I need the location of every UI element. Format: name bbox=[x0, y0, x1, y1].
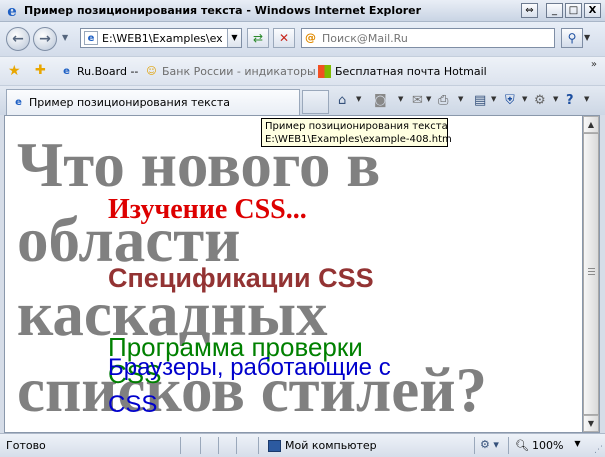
zoom-control[interactable]: 🔍︎ 100% ▼ bbox=[515, 439, 581, 452]
zone-label: Мой компьютер bbox=[285, 439, 377, 452]
window-controls: ⇔ _ □ X bbox=[521, 3, 601, 18]
ie-logo-icon: e bbox=[7, 1, 17, 20]
favorite-label: Банк России - индикаторы bbox=[162, 65, 316, 78]
smiley-icon: ☺ bbox=[146, 66, 157, 77]
minimize-button[interactable]: _ bbox=[546, 3, 563, 18]
help-icon[interactable]: ? bbox=[566, 93, 574, 109]
favorite-label: Бесплатная почта Hotmail bbox=[335, 65, 487, 78]
status-divider bbox=[200, 437, 201, 454]
status-divider bbox=[258, 437, 259, 454]
favorite-link-cbr[interactable]: ☺ Банк России - индикаторы ▼ bbox=[145, 65, 326, 78]
brown-heading: Спецификации CSS bbox=[108, 263, 374, 293]
refresh-button[interactable]: ⇄ bbox=[247, 28, 269, 48]
chevron-down-icon[interactable]: ▼ bbox=[574, 439, 580, 452]
page-icon: e bbox=[84, 31, 98, 45]
chevron-more-icon[interactable]: » bbox=[591, 59, 597, 70]
tools-gear-icon[interactable]: ⚙ bbox=[534, 93, 546, 109]
stop-icon: ✕ bbox=[278, 31, 290, 45]
page-icon: e bbox=[15, 97, 22, 108]
status-bar: Готово Мой компьютер ⚙ ▾ 🔍︎ 100% ▼ ⋰ bbox=[0, 433, 605, 457]
status-text: Готово bbox=[6, 439, 46, 452]
chevron-down-icon[interactable]: ▼ bbox=[398, 95, 403, 103]
chevron-down-icon[interactable]: ▼ bbox=[522, 95, 527, 103]
resize-grip-icon[interactable]: ⋰ bbox=[594, 445, 603, 455]
maximize-button[interactable]: □ bbox=[565, 3, 582, 18]
new-tab-button[interactable] bbox=[302, 90, 329, 114]
tab-bar: e Пример позиционирования текста ⌂ ▼ ◙ ▼… bbox=[0, 85, 605, 115]
favorites-bar: ★ ✚ e Ru.Board -- ☺ Банк России - индика… bbox=[0, 56, 605, 85]
status-divider bbox=[218, 437, 219, 454]
chevron-down-icon[interactable]: ▼ bbox=[458, 95, 463, 103]
favorite-link-ruboard[interactable]: e Ru.Board -- bbox=[60, 65, 138, 78]
tooltip-title: Пример позиционирования текста bbox=[265, 121, 448, 132]
home-icon[interactable]: ⌂ bbox=[338, 93, 346, 109]
rss-feed-icon[interactable]: ◙ bbox=[374, 93, 387, 109]
favorites-star-icon[interactable]: ★ bbox=[8, 63, 21, 79]
favorite-label: Ru.Board -- bbox=[77, 65, 139, 78]
computer-icon bbox=[268, 439, 281, 452]
vertical-scrollbar[interactable]: ▲ ▼ bbox=[583, 115, 600, 433]
tab-label: Пример позиционирования текста bbox=[29, 96, 230, 109]
page-menu-icon[interactable]: ▤ bbox=[474, 93, 486, 109]
search-options-dropdown[interactable]: ▼ bbox=[584, 33, 590, 42]
chevron-down-icon[interactable]: ▼ bbox=[356, 95, 361, 103]
search-input[interactable] bbox=[322, 31, 547, 45]
stop-button[interactable]: ✕ bbox=[273, 28, 295, 48]
tab-current[interactable]: e Пример позиционирования текста bbox=[6, 89, 300, 115]
forward-arrow-icon: → bbox=[39, 31, 51, 47]
tooltip-path: E:\WEB1\Examples\example-408.htm bbox=[265, 134, 452, 145]
chevron-down-icon[interactable]: ▼ bbox=[553, 95, 558, 103]
blue-line2: CSS bbox=[108, 391, 158, 418]
chevron-down-icon[interactable]: ▼ bbox=[584, 95, 589, 103]
address-bar[interactable]: e E:\WEB1\Examples\example-408.htm ▼ bbox=[80, 28, 242, 48]
address-text[interactable]: E:\WEB1\Examples\example-408.htm bbox=[102, 32, 222, 45]
window-title: Пример позиционирования текста - Windows… bbox=[24, 4, 422, 17]
address-dropdown-button[interactable]: ▼ bbox=[227, 29, 241, 47]
scroll-up-button[interactable]: ▲ bbox=[583, 116, 599, 133]
safety-shield-icon[interactable]: ⛨ bbox=[505, 93, 515, 109]
chevron-down-icon[interactable]: ▼ bbox=[426, 95, 431, 103]
security-zone[interactable]: Мой компьютер bbox=[268, 439, 377, 452]
status-divider bbox=[508, 437, 509, 454]
protected-mode-icon[interactable]: ⚙ ▾ bbox=[480, 438, 499, 451]
title-bar: e Пример позиционирования текста - Windo… bbox=[0, 0, 605, 22]
page-icon: e bbox=[63, 66, 70, 77]
back-arrow-icon: ← bbox=[12, 31, 24, 47]
address-toolbar: ← → ▼ e E:\WEB1\Examples\example-408.htm… bbox=[0, 22, 605, 56]
search-button[interactable]: ⚲ bbox=[561, 28, 583, 48]
search-box[interactable]: @ bbox=[301, 28, 555, 48]
favorite-link-hotmail[interactable]: Бесплатная почта Hotmail bbox=[318, 65, 487, 78]
back-button[interactable]: ← bbox=[6, 27, 30, 51]
red-heading: Изучение CSS... bbox=[108, 194, 307, 225]
restore-down-button[interactable]: ⇔ bbox=[521, 3, 538, 18]
scroll-down-button[interactable]: ▼ bbox=[583, 415, 599, 432]
add-favorites-icon[interactable]: ✚ bbox=[35, 63, 46, 78]
mailru-search-icon: @ bbox=[305, 31, 316, 44]
status-divider bbox=[180, 437, 181, 454]
tab-tooltip: Пример позиционирования текста E:\WEB1\E… bbox=[261, 118, 452, 147]
page-content: Что нового в области каскадных списков с… bbox=[4, 115, 583, 433]
windows-logo-icon bbox=[318, 65, 331, 78]
status-divider bbox=[474, 437, 475, 454]
status-divider bbox=[236, 437, 237, 454]
forward-button[interactable]: → bbox=[33, 27, 57, 51]
recent-pages-dropdown[interactable]: ▼ bbox=[62, 33, 68, 42]
magnifier-icon: ⚲ bbox=[567, 31, 577, 45]
refresh-icon: ⇄ bbox=[252, 31, 264, 45]
print-icon[interactable]: ⎙ bbox=[438, 93, 448, 109]
chevron-down-icon[interactable]: ▼ bbox=[491, 95, 496, 103]
scroll-grip bbox=[588, 268, 595, 277]
close-button[interactable]: X bbox=[584, 3, 601, 18]
mail-icon[interactable]: ✉ bbox=[412, 93, 423, 109]
zoom-level: 100% bbox=[531, 439, 564, 452]
blue-line1: Браузеры, работающие с bbox=[108, 354, 391, 381]
scroll-thumb[interactable] bbox=[583, 133, 599, 415]
zoom-icon: 🔍︎ bbox=[515, 439, 529, 452]
